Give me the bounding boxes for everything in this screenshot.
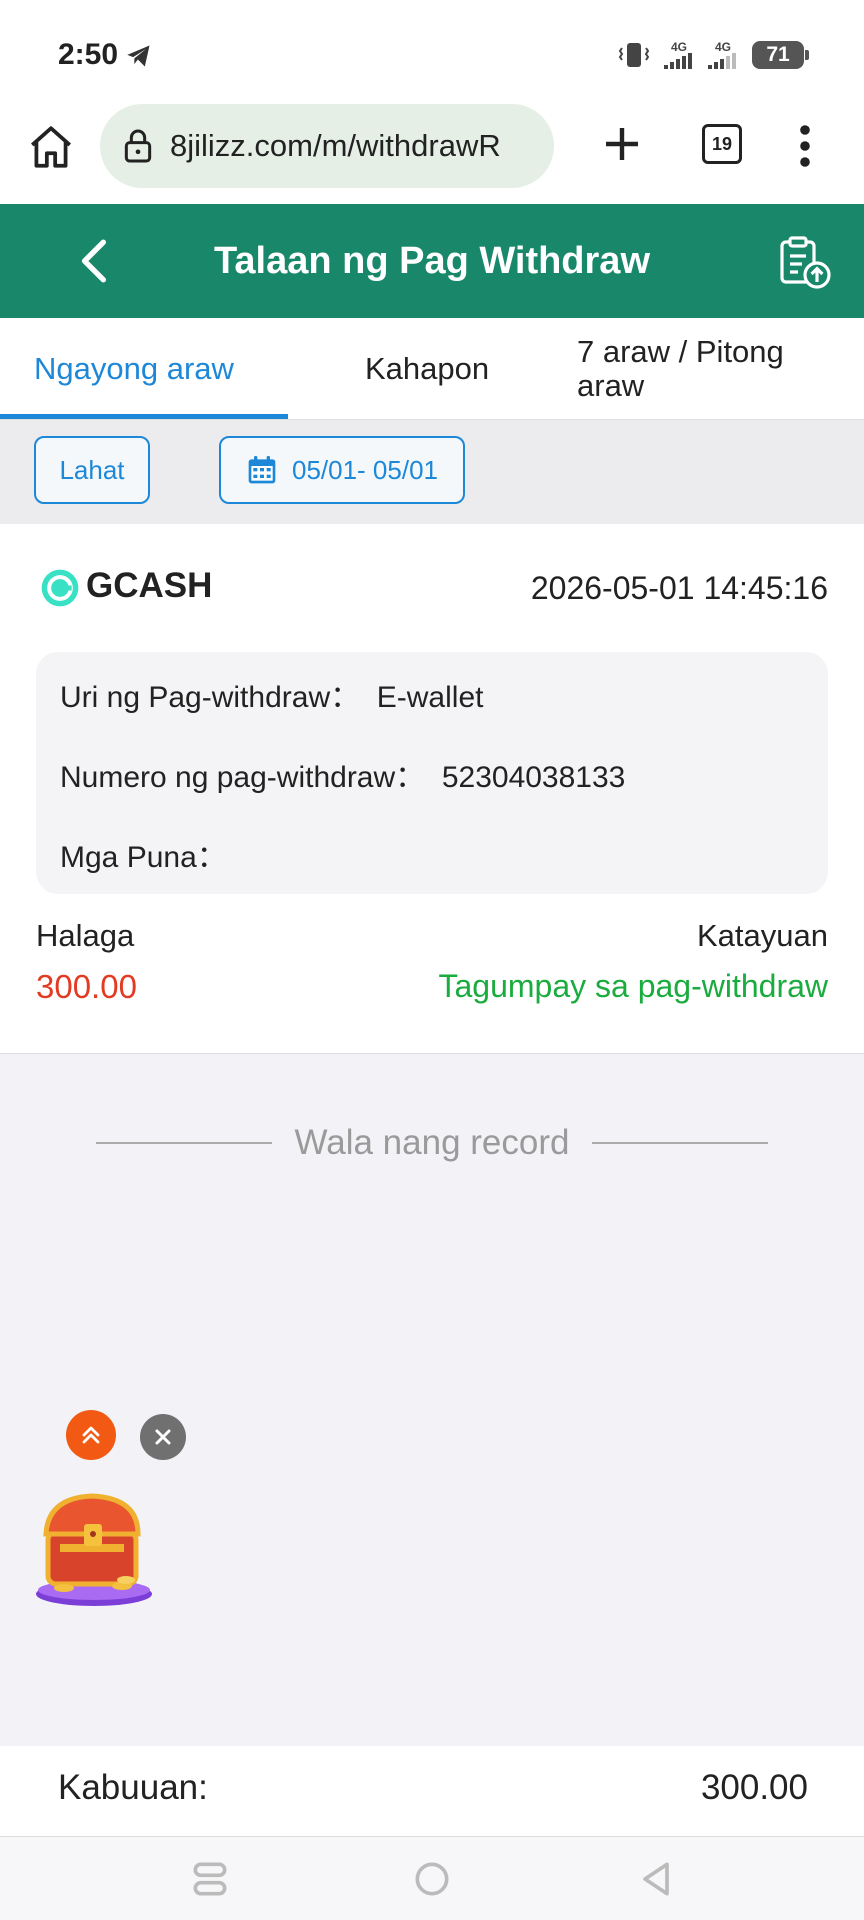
tab-seven-days[interactable]: 7 araw / Pitong araw <box>577 318 847 420</box>
total-value: 300.00 <box>700 1768 808 1807</box>
home-icon[interactable] <box>26 122 76 172</box>
app-header: Talaan ng Pag Withdraw <box>0 204 864 318</box>
treasure-chest-icon[interactable] <box>34 1484 154 1610</box>
withdraw-type: Uri ng Pag-withdraw： E-wallet <box>60 681 484 714</box>
lock-icon[interactable] <box>118 126 158 166</box>
vibrate-icon <box>618 43 650 67</box>
no-more-records-text: Wala nang record <box>294 1123 570 1162</box>
signal-2-icon: 4G <box>708 41 738 69</box>
amount-label: Halaga <box>36 918 135 953</box>
close-widget-button[interactable] <box>140 1414 186 1460</box>
clipboard-upload-icon[interactable] <box>776 234 832 290</box>
total-label: Kabuuan: <box>58 1768 208 1807</box>
more-menu-icon[interactable] <box>790 122 820 170</box>
date-tabs: Ngayong araw Kahapon 7 araw / Pitong ara… <box>0 318 864 420</box>
signal-1-icon: 4G <box>664 41 694 69</box>
withdraw-record: GCASH 2026-05-01 14:45:16 Uri ng Pag-wit… <box>0 524 864 1054</box>
tab-switcher-button[interactable]: 19 <box>702 124 742 164</box>
date-range-button[interactable]: 05/01- 05/01 <box>219 436 465 504</box>
browser-toolbar: 8jilizz.com/m/withdrawR 19 <box>0 100 864 204</box>
active-tab-indicator <box>0 414 288 419</box>
date-range-text: 05/01- 05/01 <box>291 454 438 485</box>
tab-today[interactable]: Ngayong araw <box>34 318 234 420</box>
status-label: Katayuan <box>697 918 828 953</box>
end-of-list: Wala nang record <box>96 1118 768 1168</box>
status-bar: 2:50 4G 4G 71 <box>0 0 864 100</box>
status-icons: 4G 4G 71 <box>618 38 809 72</box>
close-icon <box>155 1429 171 1445</box>
telegram-icon <box>127 45 150 67</box>
calendar-icon <box>248 456 276 484</box>
page-title: Talaan ng Pag Withdraw <box>214 239 650 282</box>
gcash-logo-icon <box>41 569 79 607</box>
back-arrow-icon[interactable] <box>70 234 120 288</box>
status-time: 2:50 <box>58 38 119 71</box>
battery-indicator: 71 <box>752 41 809 69</box>
new-tab-icon[interactable] <box>598 120 646 168</box>
network-2-label: 4G <box>714 40 731 54</box>
network-1-label: 4G <box>670 40 687 54</box>
withdraw-remarks: Mga Puna： <box>60 841 227 874</box>
double-chevron-up-icon <box>82 1426 100 1444</box>
amount-value: 300.00 <box>36 968 137 1005</box>
url-text[interactable]: 8jilizz.com/m/withdrawR <box>170 128 540 164</box>
withdraw-number: Numero ng pag-withdraw： 52304038133 <box>60 761 626 794</box>
total-bar: Kabuuan: 300.00 <box>0 1746 864 1836</box>
divider-left <box>96 1142 272 1144</box>
type-filter-button[interactable]: Lahat <box>34 436 150 504</box>
record-details: Uri ng Pag-withdraw： E-wallet Numero ng … <box>36 652 828 894</box>
status-value: Tagumpay sa pag-withdraw <box>438 968 828 1004</box>
tab-yesterday[interactable]: Kahapon <box>365 318 489 420</box>
back-nav-icon[interactable] <box>634 1857 678 1901</box>
recent-apps-icon[interactable] <box>188 1857 232 1901</box>
filter-bar: Lahat 05/01- 05/01 <box>0 420 864 524</box>
provider-name: GCASH <box>86 566 213 605</box>
home-nav-icon[interactable] <box>410 1857 454 1901</box>
url-bar[interactable]: 8jilizz.com/m/withdrawR <box>100 104 554 188</box>
divider-right <box>592 1142 768 1144</box>
system-nav-bar <box>0 1836 864 1920</box>
scroll-up-button[interactable] <box>66 1410 116 1460</box>
record-datetime: 2026-05-01 14:45:16 <box>530 570 828 606</box>
